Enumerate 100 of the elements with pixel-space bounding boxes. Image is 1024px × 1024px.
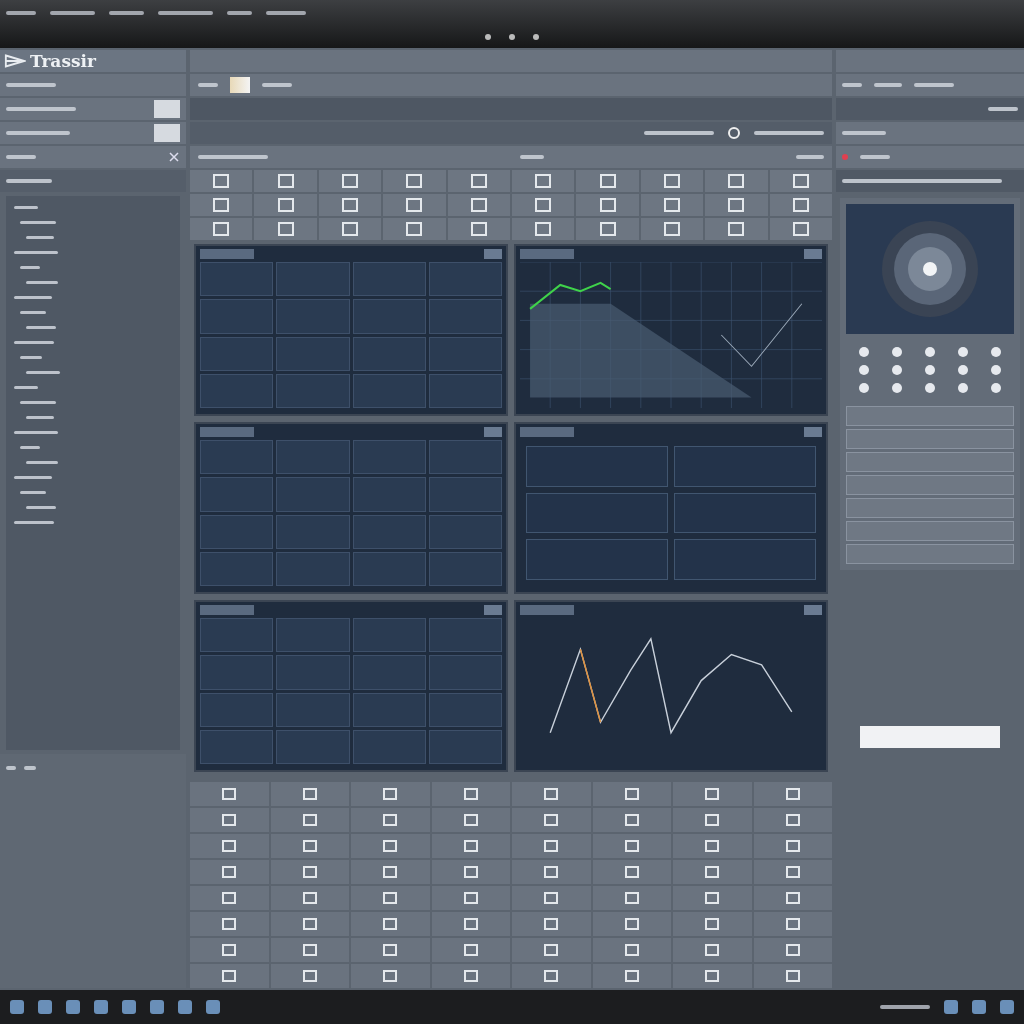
grid-button[interactable] bbox=[447, 218, 510, 240]
grid-button[interactable] bbox=[576, 194, 639, 216]
app-icon[interactable] bbox=[10, 1000, 24, 1014]
grid-button[interactable] bbox=[512, 170, 575, 192]
close-icon[interactable] bbox=[168, 151, 180, 163]
dot-icon bbox=[533, 34, 539, 40]
grid-button[interactable] bbox=[705, 170, 768, 192]
grid-button[interactable] bbox=[769, 170, 832, 192]
grid-button[interactable] bbox=[383, 170, 446, 192]
grid-button[interactable] bbox=[383, 218, 446, 240]
grid-button[interactable] bbox=[254, 218, 317, 240]
tray-icon[interactable] bbox=[1000, 1000, 1014, 1014]
grid-button[interactable] bbox=[447, 170, 510, 192]
grid-button[interactable] bbox=[190, 218, 253, 240]
grid-button[interactable] bbox=[512, 194, 575, 216]
app-icon[interactable] bbox=[94, 1000, 108, 1014]
knob-button[interactable] bbox=[990, 383, 1001, 393]
knob-button[interactable] bbox=[892, 365, 903, 375]
sidebar-row[interactable] bbox=[0, 122, 186, 144]
app-icon[interactable] bbox=[38, 1000, 52, 1014]
grid-button[interactable] bbox=[190, 170, 253, 192]
glyph-icon bbox=[342, 198, 358, 212]
grid-button[interactable] bbox=[640, 170, 704, 192]
glyph-icon bbox=[470, 198, 487, 212]
grid-button[interactable] bbox=[576, 218, 639, 240]
list-row[interactable] bbox=[836, 122, 1024, 144]
grid-button[interactable] bbox=[640, 218, 704, 240]
glyph-icon bbox=[277, 198, 294, 212]
scribble-mark bbox=[6, 766, 16, 770]
grid-button[interactable] bbox=[190, 194, 253, 216]
glyph-icon bbox=[728, 222, 745, 236]
dot-icon bbox=[509, 34, 515, 40]
grid-button[interactable] bbox=[318, 218, 382, 240]
glyph-icon bbox=[664, 174, 680, 188]
glyph-icon bbox=[277, 174, 294, 188]
app-icon[interactable] bbox=[178, 1000, 192, 1014]
grid-button[interactable] bbox=[769, 218, 832, 240]
knob-button[interactable] bbox=[892, 347, 903, 357]
grid-button[interactable] bbox=[640, 194, 704, 216]
app-icon[interactable] bbox=[122, 1000, 136, 1014]
glyph-icon bbox=[342, 174, 358, 188]
scribble-mark bbox=[109, 11, 144, 15]
grid-button[interactable] bbox=[705, 218, 768, 240]
app-title: Trassir bbox=[30, 51, 96, 71]
glyph-icon bbox=[213, 174, 230, 188]
app-icon[interactable] bbox=[150, 1000, 164, 1014]
scribble-mark bbox=[754, 131, 824, 135]
grid-button[interactable] bbox=[576, 170, 639, 192]
tray-icon[interactable] bbox=[972, 1000, 986, 1014]
knob-button[interactable] bbox=[859, 347, 870, 357]
grid-button[interactable] bbox=[318, 170, 382, 192]
dot-icon bbox=[485, 34, 491, 40]
sidebar-row[interactable] bbox=[0, 146, 186, 168]
sidebar-row[interactable] bbox=[0, 98, 186, 120]
grid-button[interactable] bbox=[705, 194, 768, 216]
grid-button[interactable] bbox=[318, 194, 382, 216]
knob-button[interactable] bbox=[957, 383, 968, 393]
radio-icon[interactable] bbox=[728, 127, 740, 139]
knob-button[interactable] bbox=[990, 347, 1001, 357]
tray-icon[interactable] bbox=[944, 1000, 958, 1014]
scribble-mark bbox=[266, 11, 306, 15]
list-row[interactable] bbox=[836, 146, 1024, 168]
scribble-mark bbox=[6, 83, 56, 87]
sidebar-row[interactable] bbox=[0, 74, 186, 96]
scribble-mark bbox=[14, 341, 54, 344]
glyph-icon bbox=[535, 222, 552, 236]
knob-button[interactable] bbox=[957, 347, 968, 357]
grid-button[interactable] bbox=[447, 194, 510, 216]
glyph-icon bbox=[535, 174, 552, 188]
grid-button[interactable] bbox=[512, 218, 575, 240]
grid-button[interactable] bbox=[769, 194, 832, 216]
glyph-icon bbox=[406, 198, 423, 212]
grid-button[interactable] bbox=[254, 170, 317, 192]
scribble-mark bbox=[6, 107, 76, 111]
app-icon[interactable] bbox=[206, 1000, 220, 1014]
glyph-icon bbox=[599, 198, 616, 212]
glyph-icon bbox=[792, 222, 809, 236]
scribble-mark bbox=[20, 311, 46, 314]
thumbnail-icon bbox=[154, 124, 180, 142]
scribble-mark bbox=[20, 401, 56, 404]
glyph-icon bbox=[470, 174, 487, 188]
scribble-mark bbox=[26, 326, 56, 329]
logo-icon bbox=[4, 53, 26, 69]
glyph-icon bbox=[599, 174, 616, 188]
color-swatch-icon[interactable] bbox=[230, 77, 250, 93]
knob-button[interactable] bbox=[892, 383, 903, 393]
glyph-icon bbox=[792, 198, 809, 212]
scribble-mark bbox=[20, 221, 56, 224]
grid-button[interactable] bbox=[254, 194, 317, 216]
app-icon[interactable] bbox=[66, 1000, 80, 1014]
knob-button[interactable] bbox=[990, 365, 1001, 375]
knob-button[interactable] bbox=[957, 365, 968, 375]
glyph-icon bbox=[664, 198, 680, 212]
knob-button[interactable] bbox=[859, 383, 870, 393]
input-field[interactable] bbox=[860, 726, 1000, 748]
scribble-mark bbox=[26, 506, 56, 509]
scribble-mark bbox=[6, 179, 52, 183]
knob-button[interactable] bbox=[859, 365, 870, 375]
grid-button[interactable] bbox=[383, 194, 446, 216]
scribble-mark bbox=[26, 281, 58, 284]
